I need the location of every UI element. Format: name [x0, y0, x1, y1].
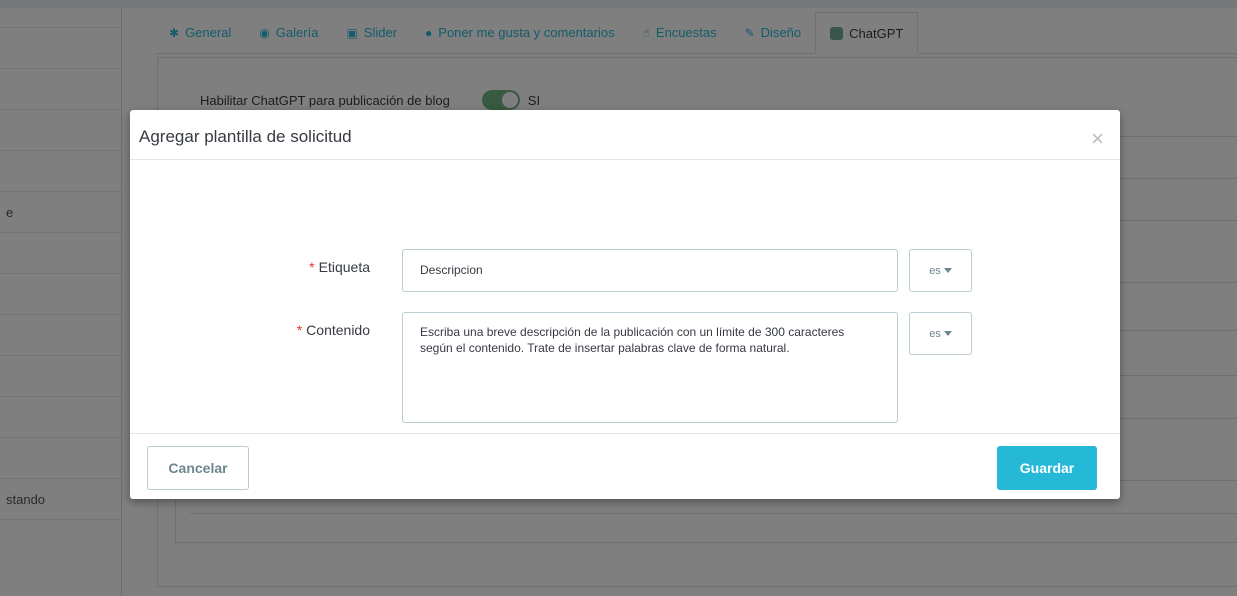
cancel-button[interactable]: Cancelar: [147, 446, 249, 490]
language-code: es: [929, 264, 941, 277]
language-code: es: [929, 327, 941, 340]
modal-body: * Etiqueta Descripcion es * Contenido Escr…: [130, 160, 1120, 433]
close-icon[interactable]: ×: [1091, 128, 1104, 150]
add-request-template-modal: Agregar plantilla de solicitud × * Etique…: [130, 110, 1120, 499]
content-textarea[interactable]: Escriba una breve descripción de la publ…: [402, 312, 898, 423]
modal-header: Agregar plantilla de solicitud ×: [130, 110, 1120, 160]
label-input[interactable]: Descripcion: [402, 249, 898, 292]
required-marker: *: [296, 322, 303, 338]
save-button[interactable]: Guardar: [997, 446, 1097, 490]
label-text: Etiqueta: [318, 259, 370, 275]
modal-footer: Cancelar Guardar: [130, 433, 1120, 499]
modal-title: Agregar plantilla de solicitud: [139, 127, 352, 146]
required-marker: *: [309, 259, 315, 275]
caret-down-icon: [943, 268, 952, 273]
label-field-label: * Etiqueta: [210, 259, 370, 275]
content-language-dropdown[interactable]: es: [909, 312, 972, 355]
label-language-dropdown[interactable]: es: [909, 249, 972, 292]
label-text: Contenido: [306, 322, 370, 338]
caret-down-icon: [943, 331, 952, 336]
content-field-label: * Contenido: [210, 322, 370, 338]
